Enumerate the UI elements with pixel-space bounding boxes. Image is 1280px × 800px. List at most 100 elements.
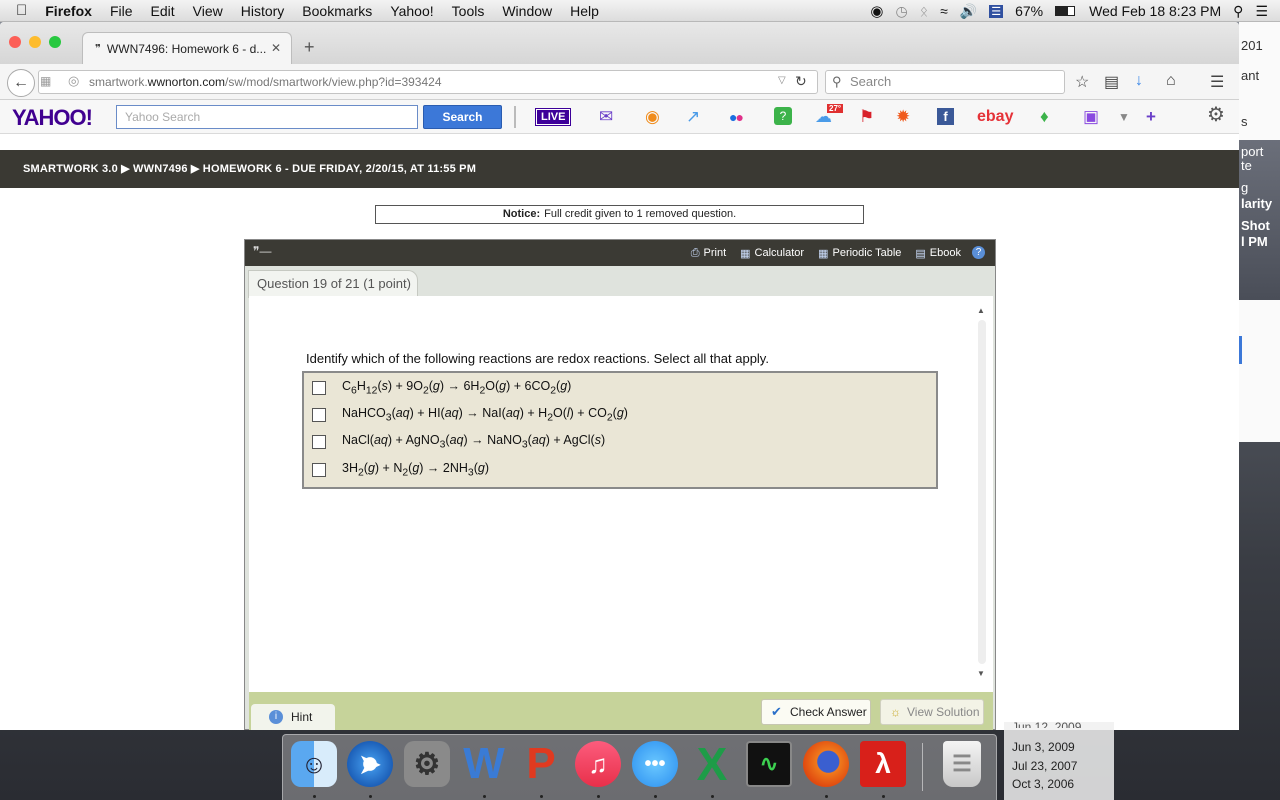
- wifi-icon[interactable]: ≈: [940, 3, 948, 19]
- url-dropdown-icon[interactable]: ▽: [778, 75, 786, 86]
- choice-checkbox[interactable]: [312, 381, 326, 395]
- spotlight-icon[interactable]: ⚲: [1233, 3, 1243, 20]
- hamburger-menu-icon[interactable]: ☰: [1210, 72, 1224, 92]
- url-bar[interactable]: smartwork.wwnorton.com/sw/mod/smartwork/…: [38, 70, 818, 94]
- activity-monitor-icon[interactable]: ∿: [746, 741, 792, 787]
- zoom-window-button[interactable]: [49, 36, 61, 48]
- minimize-window-button[interactable]: [29, 36, 41, 48]
- home-icon[interactable]: ⌂: [1166, 72, 1176, 90]
- choice-checkbox[interactable]: [312, 463, 326, 477]
- close-window-button[interactable]: [9, 36, 21, 48]
- help-icon[interactable]: ?: [972, 246, 985, 259]
- powerpoint-icon[interactable]: P: [518, 739, 564, 788]
- itunes-icon[interactable]: ♫: [575, 741, 621, 787]
- battery-percent[interactable]: 67%: [1015, 3, 1043, 19]
- clock[interactable]: Wed Feb 18 8:23 PM: [1089, 3, 1221, 19]
- scroll-down-icon[interactable]: ▼: [977, 669, 985, 678]
- hint-tab[interactable]: i Hint: [251, 704, 335, 730]
- choice-label: C6H12(s) + 9O2(g) → 6H2O(g) + 6CO2(g): [342, 379, 572, 397]
- menu-bookmarks[interactable]: Bookmarks: [302, 3, 372, 19]
- messages-icon[interactable]: •••: [632, 741, 678, 787]
- print-button[interactable]: ⎙ Print: [691, 247, 726, 260]
- menu-help[interactable]: Help: [570, 3, 599, 19]
- periodic-table-button[interactable]: ▦ Periodic Table: [818, 247, 901, 260]
- yahoo-search-input[interactable]: Yahoo Search: [116, 105, 418, 129]
- view-solution-button[interactable]: ☼ View Solution: [880, 699, 984, 725]
- scrollbar-track[interactable]: [978, 320, 986, 664]
- time-machine-icon[interactable]: ◷: [895, 3, 907, 20]
- scrollbar[interactable]: ▲ ▼: [977, 306, 987, 678]
- menu-tools[interactable]: Tools: [452, 3, 485, 19]
- video-icon[interactable]: ▣: [1083, 107, 1099, 127]
- flickr-icon[interactable]: ●●: [729, 107, 744, 127]
- new-tab-icon[interactable]: +: [304, 37, 315, 58]
- acrobat-icon[interactable]: λ: [860, 741, 906, 787]
- back-button[interactable]: ←: [7, 69, 35, 97]
- close-tab-icon[interactable]: ✕: [271, 41, 281, 55]
- page-info-icon[interactable]: ▦: [40, 74, 51, 88]
- reading-list-icon[interactable]: ▤: [1104, 72, 1119, 92]
- bookmark-star-icon[interactable]: ☆: [1075, 72, 1089, 92]
- more-dropdown-icon[interactable]: ▼: [1118, 107, 1130, 127]
- hint-info-icon: i: [269, 710, 283, 724]
- menu-edit[interactable]: Edit: [151, 3, 175, 19]
- system-preferences-icon[interactable]: ⚙: [404, 741, 450, 787]
- check-answer-button[interactable]: ✔ Check Answer: [761, 699, 871, 725]
- settings-gear-icon[interactable]: ⚙: [1207, 105, 1225, 125]
- apple-menu-icon[interactable]: : [16, 2, 27, 19]
- menu-window[interactable]: Window: [502, 3, 552, 19]
- notification-center-icon[interactable]: ☰: [1255, 3, 1268, 20]
- yahoo-search-button[interactable]: Search: [423, 105, 502, 129]
- question-tab[interactable]: Question 19 of 21 (1 point): [248, 270, 418, 298]
- menu-history[interactable]: History: [241, 3, 285, 19]
- answers-question-icon[interactable]: ?: [774, 107, 792, 125]
- price-tag-icon[interactable]: ♦: [1040, 107, 1049, 127]
- choice-checkbox[interactable]: [312, 435, 326, 449]
- ebook-button[interactable]: ▤ Ebook: [915, 247, 961, 260]
- mail-icon[interactable]: ✉: [599, 107, 613, 127]
- yahoo-live-button[interactable]: LIVE: [534, 108, 572, 126]
- menu-yahoo[interactable]: Yahoo!: [390, 3, 433, 19]
- add-plus-icon[interactable]: +: [1146, 107, 1156, 127]
- sun-burst-icon[interactable]: ✹: [896, 107, 910, 127]
- volume-icon[interactable]: 🔊: [960, 3, 977, 20]
- ebay-icon[interactable]: ebay: [977, 107, 1013, 127]
- date-item: Jul 23, 2007: [1012, 759, 1078, 773]
- periodic-table-label: Periodic Table: [832, 247, 902, 259]
- status-icon[interactable]: ◉: [870, 2, 883, 20]
- excel-icon[interactable]: X: [689, 738, 735, 790]
- battery-icon: [1055, 6, 1076, 16]
- bookmark-ribbon-icon[interactable]: ⚑: [859, 107, 874, 127]
- choice-checkbox[interactable]: [312, 408, 326, 422]
- facebook-icon[interactable]: f: [937, 108, 954, 125]
- finder-icon[interactable]: ☺: [291, 741, 337, 787]
- ebook-label: Ebook: [929, 247, 961, 259]
- yahoo-logo[interactable]: YAHOO!: [12, 105, 93, 131]
- check-answer-label: Check Answer: [790, 705, 867, 719]
- tab-smartwork[interactable]: ❞ WWN7496: Homework 6 - d... ✕: [82, 32, 292, 64]
- word-icon[interactable]: W: [461, 739, 507, 788]
- choice-4[interactable]: 3H2(g) + N2(g) → 2NH3(g): [312, 460, 489, 480]
- trash-icon[interactable]: ☰: [943, 741, 981, 787]
- safari-icon[interactable]: ➤: [347, 741, 393, 787]
- choice-2[interactable]: NaHCO3(aq) + HI(aq) → NaI(aq) + H2O(l) +…: [312, 405, 628, 425]
- peek-text: g: [1241, 180, 1249, 195]
- sports-ball-icon[interactable]: ◉: [645, 107, 660, 127]
- scroll-up-icon[interactable]: ▲: [977, 306, 985, 315]
- notice-label: Notice:: [502, 208, 541, 220]
- menu-app-name[interactable]: Firefox: [45, 3, 92, 19]
- calculator-label: Calculator: [754, 247, 805, 259]
- finance-chart-icon[interactable]: ↗: [686, 107, 700, 127]
- bluetooth-icon[interactable]: ᛟ: [920, 3, 928, 19]
- menu-file[interactable]: File: [110, 3, 133, 19]
- mac-menubar:  Firefox File Edit View History Bookmar…: [0, 0, 1280, 22]
- reload-icon[interactable]: ↻: [795, 73, 807, 90]
- flag-icon[interactable]: ☰: [989, 4, 1004, 18]
- download-icon[interactable]: ↓: [1135, 72, 1143, 90]
- choice-1[interactable]: C6H12(s) + 9O2(g) → 6H2O(g) + 6CO2(g): [312, 378, 571, 398]
- menu-view[interactable]: View: [193, 3, 223, 19]
- browser-search-input[interactable]: ⚲ Search: [825, 70, 1065, 94]
- firefox-icon[interactable]: [803, 741, 849, 787]
- calculator-button[interactable]: ▦ Calculator: [740, 247, 804, 260]
- choice-3[interactable]: NaCl(aq) + AgNO3(aq) → NaNO3(aq) + AgCl(…: [312, 432, 605, 452]
